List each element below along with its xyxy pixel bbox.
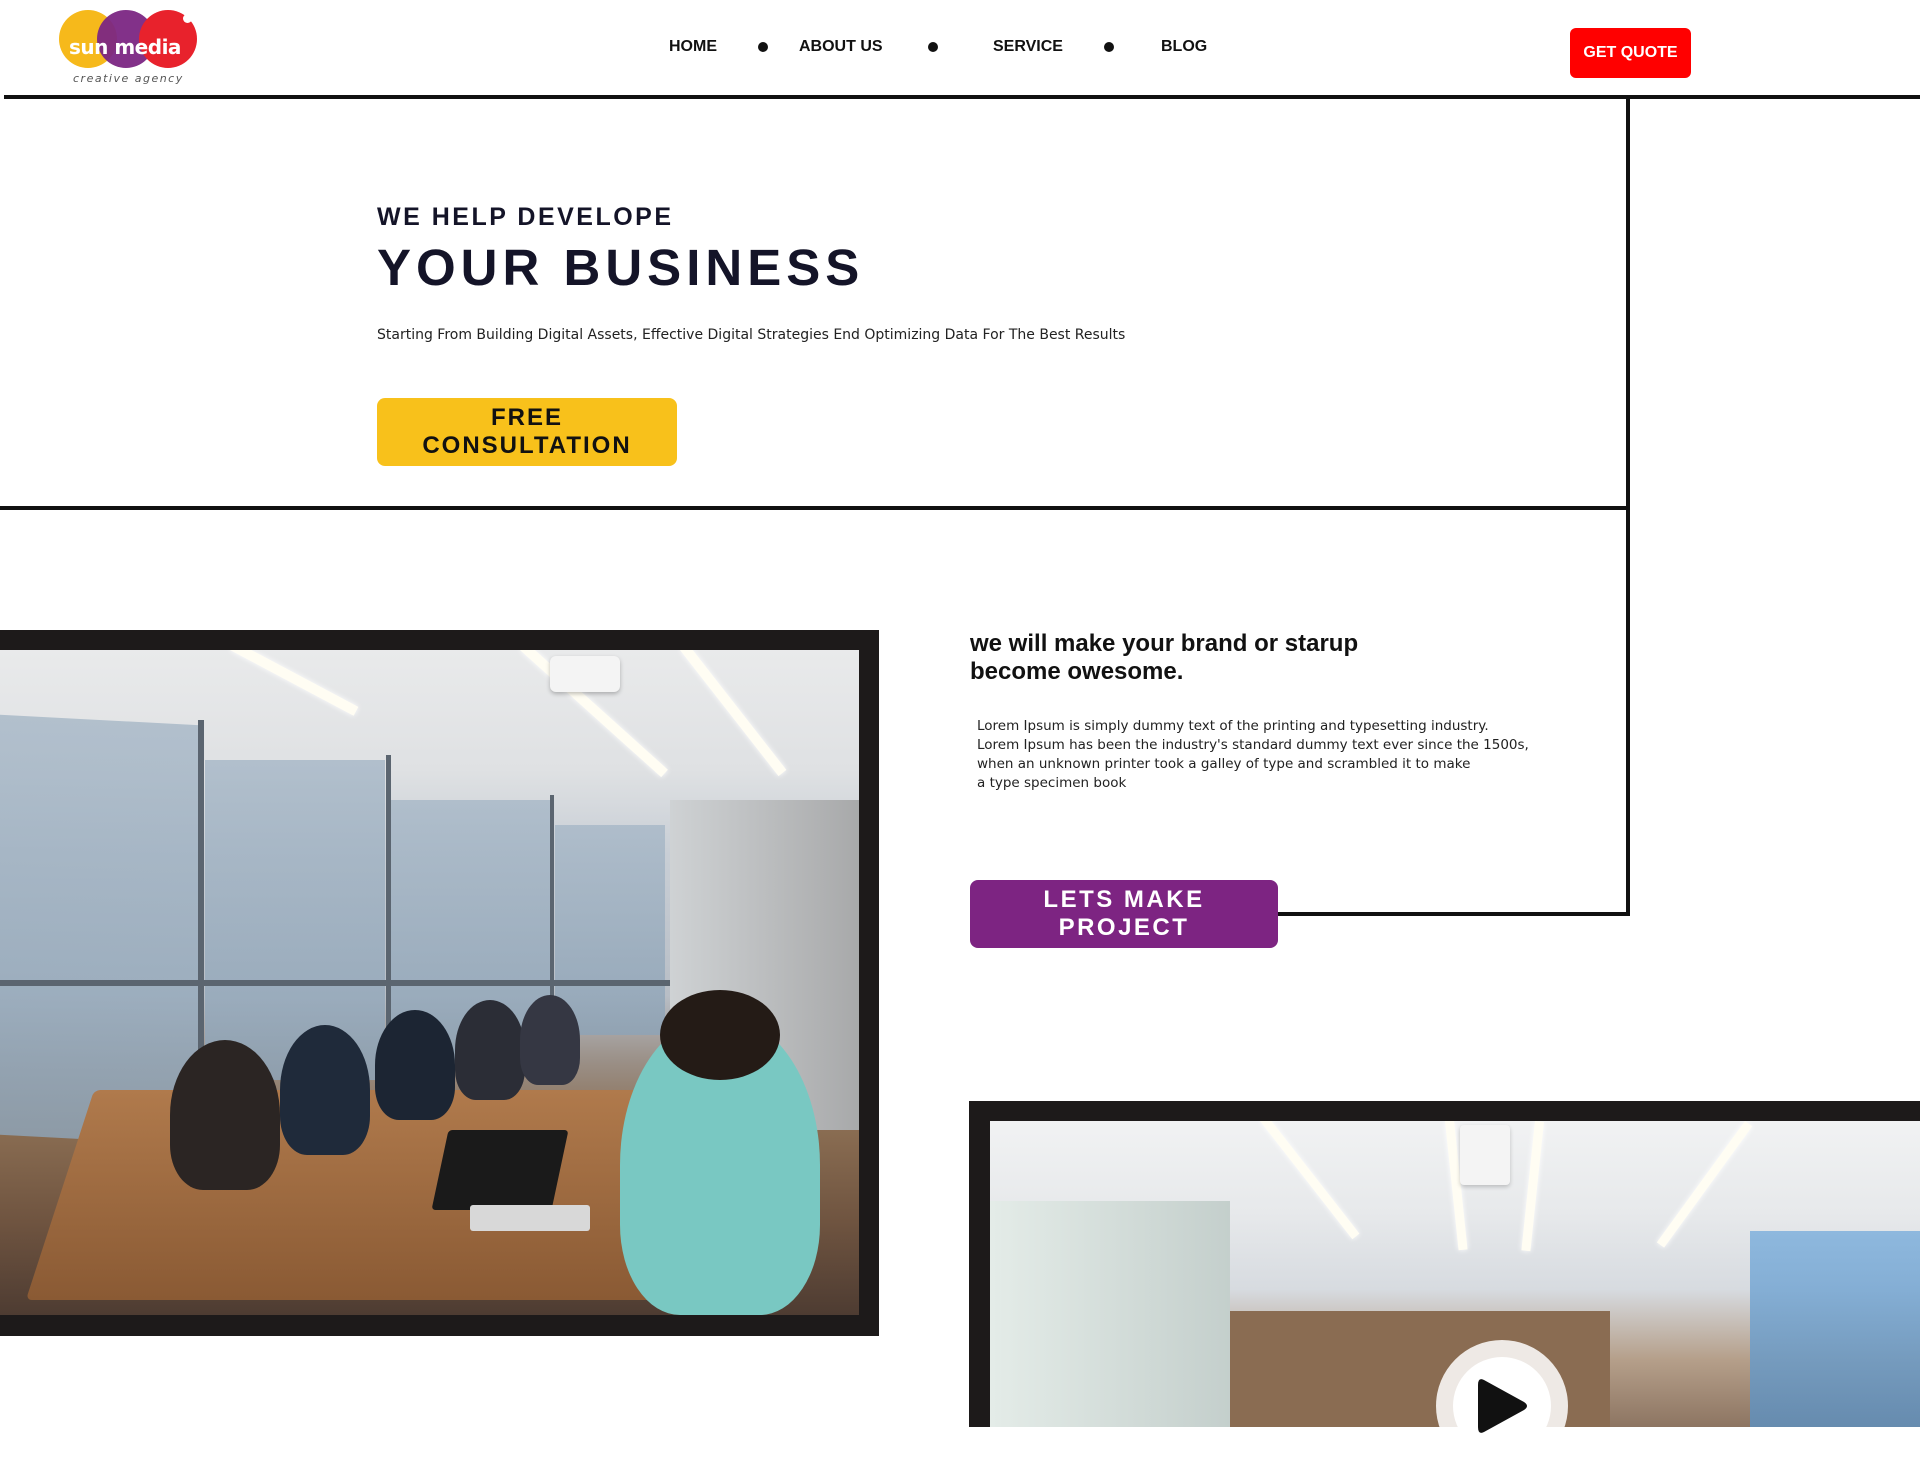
ceiling-light [1260, 1121, 1360, 1240]
body-line: Lorem Ipsum has been the industry's stan… [977, 737, 1529, 753]
header-divider [4, 95, 1920, 99]
hero-subtitle: Starting From Building Digital Assets, E… [377, 327, 1126, 343]
logo-tagline: creative agency [73, 72, 184, 85]
ceiling-light [1521, 1121, 1544, 1252]
body-line: when an unknown printer took a galley of… [977, 756, 1471, 772]
hero-title: YOUR BUSINESS [377, 239, 865, 296]
window [205, 760, 385, 1080]
window [555, 825, 665, 1035]
free-consultation-button[interactable]: FREE CONSULTATION [377, 398, 677, 466]
project-connector-line [1276, 912, 1630, 916]
nav-home[interactable]: HOME [669, 38, 717, 56]
person [660, 990, 780, 1080]
hero-kicker: WE HELP DEVELOPE [377, 203, 674, 231]
brand-section-title: we will make your brand or starup become… [970, 630, 1390, 686]
brand-title-line-1: we will make your brand or starup [970, 630, 1359, 657]
logo-wordmark: sun media [69, 35, 181, 59]
get-quote-button[interactable]: GET QUOTE [1570, 28, 1691, 78]
glass-wall [990, 1201, 1230, 1427]
bullet-dot-icon [758, 42, 768, 52]
window-frame [0, 980, 670, 986]
brand-title-line-2: become owesome. [970, 658, 1184, 685]
body-line: a type specimen book [977, 775, 1127, 791]
nav-blog[interactable]: BLOG [1161, 38, 1207, 56]
ceiling-light [1656, 1121, 1753, 1248]
brand-section-body: Lorem Ipsum is simply dummy text of the … [977, 717, 1537, 793]
laptop [470, 1205, 590, 1231]
brand-logo[interactable]: sun media creative agency [57, 8, 207, 85]
person [280, 1025, 370, 1155]
conference-room-meeting-photo [0, 650, 859, 1315]
nav-service[interactable]: SERVICE [993, 38, 1063, 56]
lets-make-project-button[interactable]: LETS MAKE PROJECT [970, 880, 1278, 948]
window [1750, 1231, 1920, 1427]
person [170, 1040, 280, 1190]
nav-about-us[interactable]: ABOUT US [799, 38, 883, 56]
body-line: Lorem Ipsum is simply dummy text of the … [977, 718, 1489, 734]
hero-bottom-divider [0, 506, 1630, 510]
ceiling-light [680, 650, 787, 777]
laptop [431, 1130, 569, 1210]
person [520, 995, 580, 1085]
bullet-dot-icon [928, 42, 938, 52]
logo-dot [183, 14, 192, 23]
window [0, 714, 200, 1146]
play-button-inner [1453, 1357, 1551, 1455]
bullet-dot-icon [1104, 42, 1114, 52]
play-video-button[interactable] [1436, 1340, 1568, 1472]
play-icon [1478, 1379, 1527, 1433]
projector [1460, 1125, 1510, 1185]
person [455, 1000, 525, 1100]
projector [550, 656, 620, 692]
ceiling-light [230, 650, 359, 716]
person [375, 1010, 455, 1120]
